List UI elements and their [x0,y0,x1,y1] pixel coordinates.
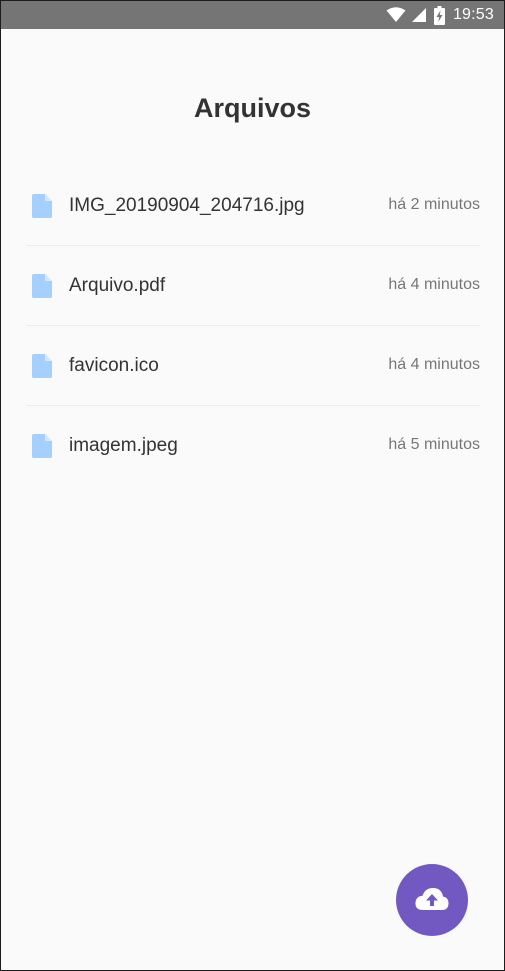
battery-charging-icon [433,5,445,25]
file-row[interactable]: IMG_20190904_204716.jpg há 2 minutos [26,166,480,246]
file-icon [32,434,52,458]
cloud-upload-icon [415,887,449,914]
app-screen: 19:53 Arquivos IMG_20190904_204716.jpg h… [0,0,505,971]
upload-button[interactable] [396,864,468,936]
file-icon [32,274,52,298]
wifi-icon [386,7,406,23]
file-icon [32,354,52,378]
file-icon [32,194,52,218]
status-bar: 19:53 [1,1,504,29]
file-row[interactable]: imagem.jpeg há 5 minutos [26,406,480,486]
status-time: 19:53 [452,6,494,23]
signal-icon [411,7,427,23]
file-row[interactable]: favicon.ico há 4 minutos [26,326,480,406]
file-name: Arquivo.pdf [69,275,166,296]
file-name: IMG_20190904_204716.jpg [69,195,305,216]
status-icons: 19:53 [386,1,494,29]
page-title: Arquivos [193,93,312,123]
file-time: há 5 minutos [388,436,480,453]
file-list: IMG_20190904_204716.jpg há 2 minutos Arq… [26,166,480,486]
file-row[interactable]: Arquivo.pdf há 4 minutos [26,246,480,326]
file-name: imagem.jpeg [69,435,178,456]
file-time: há 4 minutos [388,356,480,373]
file-name: favicon.ico [69,355,159,376]
file-time: há 4 minutos [388,276,480,293]
file-time: há 2 minutos [388,196,480,213]
